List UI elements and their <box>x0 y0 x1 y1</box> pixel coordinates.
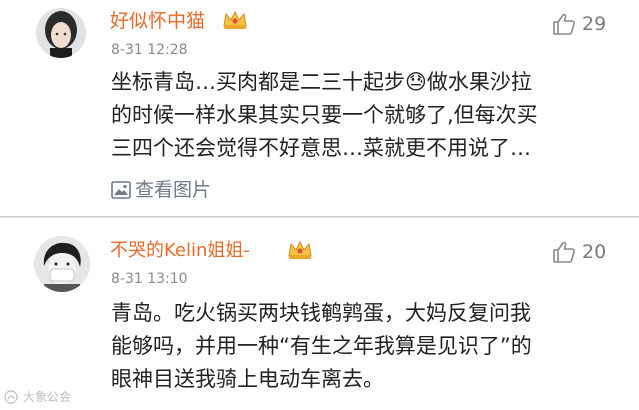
like-button[interactable]: 20 <box>552 240 632 264</box>
comment-text: 青岛。吃火锅买两块钱鹌鹑蛋，大妈反复问我 能够吗，并用一种“有生之年我算是见识了… <box>111 301 532 391</box>
image-icon <box>111 181 131 199</box>
thumbs-up-icon <box>553 241 575 263</box>
watermark-text: 大象公会 <box>23 390 72 404</box>
like-count: 29 <box>582 13 607 35</box>
avatar[interactable] <box>36 8 86 58</box>
watermark-logo-icon <box>4 390 18 404</box>
comment-item: 不哭的Kelin姐姐- 8-31 13:10 20 青岛。吃火锅买两块钱鹌鹑蛋，… <box>0 218 639 410</box>
watermark: 大象公会 <box>3 388 103 406</box>
timestamp: 8-31 13:10 <box>111 271 188 287</box>
username[interactable]: 好似怀中猫 <box>110 10 205 32</box>
comment-item: 好似怀中猫 8-31 12:28 29 坐标青岛…买肉都是二三十起步😓做水果沙拉… <box>0 0 639 218</box>
like-button[interactable]: 29 <box>552 12 632 36</box>
view-pictures-label: 查看图片 <box>135 179 212 201</box>
timestamp: 8-31 12:28 <box>111 42 188 58</box>
thumbs-up-icon <box>553 13 575 35</box>
crown-icon <box>223 10 247 29</box>
crown-icon <box>288 240 312 259</box>
view-pictures-link[interactable]: 查看图片 <box>111 178 251 202</box>
avatar[interactable] <box>34 236 90 292</box>
username[interactable]: 不哭的Kelin姐姐- <box>110 240 250 262</box>
comment-text: 坐标青岛…买肉都是二三十起步😓做水果沙拉 的时候一样水果其实只要一个就够了,但每… <box>111 70 538 160</box>
like-count: 20 <box>582 241 607 263</box>
